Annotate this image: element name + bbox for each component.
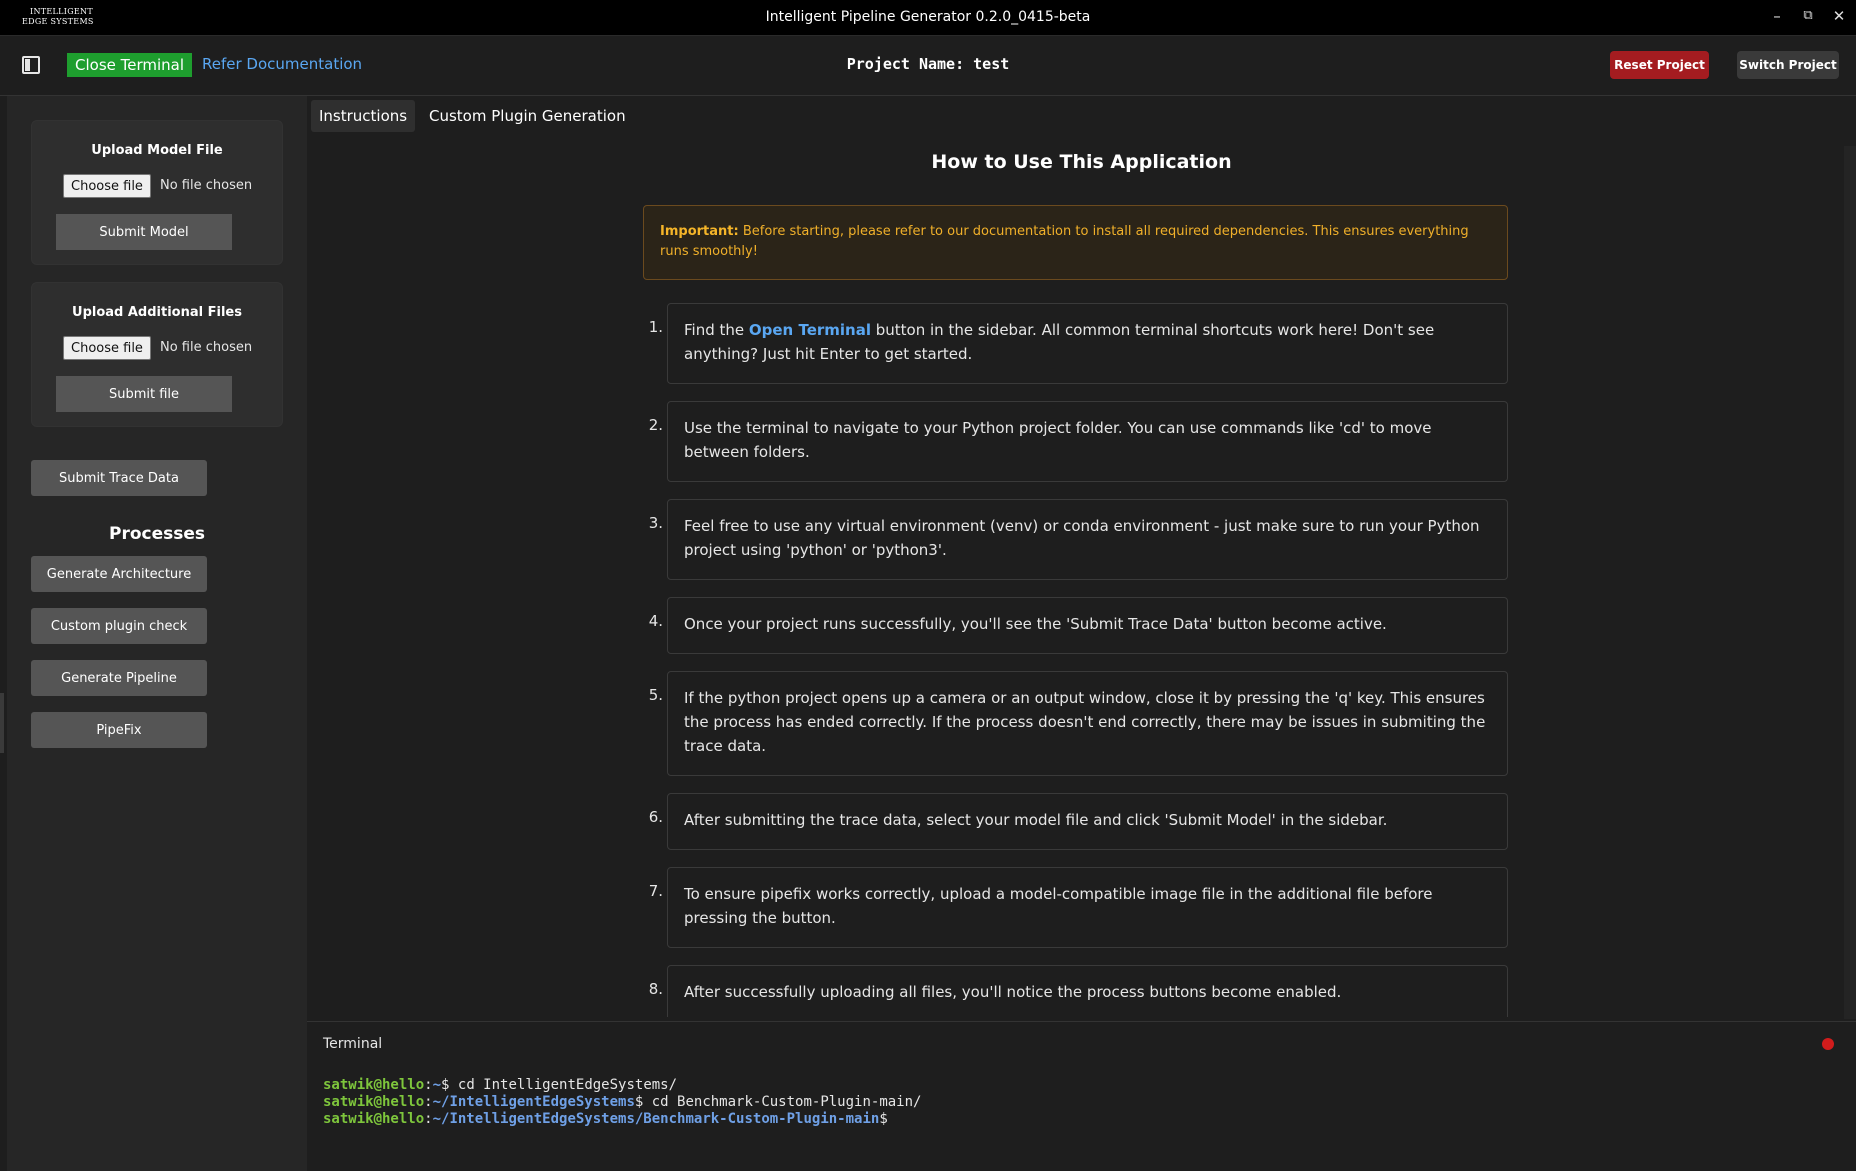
sidebar-resize-handle[interactable] <box>0 693 4 753</box>
upload-model-card: Upload Model File Choose file No file ch… <box>31 120 283 265</box>
custom-plugin-check-button[interactable]: Custom plugin check <box>31 608 207 644</box>
step-number: 3. <box>648 514 663 532</box>
maximize-icon[interactable]: ⧉ <box>1797 5 1819 27</box>
open-terminal-highlight: Open Terminal <box>748 321 871 339</box>
submit-model-button[interactable]: Submit Model <box>56 214 232 250</box>
model-choose-file-button[interactable]: Choose file <box>63 174 151 198</box>
step-number: 4. <box>648 612 663 630</box>
step-text: If the python project opens up a camera … <box>667 671 1508 776</box>
sidebar: Upload Model File Choose file No file ch… <box>7 96 307 1171</box>
step-text-part: Find the <box>684 321 749 339</box>
upload-additional-card: Upload Additional Files Choose file No f… <box>31 282 283 427</box>
step-number: 7. <box>648 882 663 900</box>
step-number: 1. <box>648 318 663 336</box>
processes-heading: Processes <box>108 524 205 544</box>
terminal-sep: : <box>424 1077 433 1093</box>
step-text: After successfully uploading all files, … <box>667 965 1508 1017</box>
terminal-user: satwik@hello <box>323 1094 425 1110</box>
terminal-user: satwik@hello <box>323 1111 425 1127</box>
model-file-status: No file chosen <box>160 178 253 193</box>
terminal-line: satwik@hello:~/IntelligentEdgeSystems/Be… <box>323 1111 921 1128</box>
important-alert: Important: Before starting, please refer… <box>643 205 1508 280</box>
terminal-sep: : <box>424 1094 433 1110</box>
terminal-line: satwik@hello:~/IntelligentEdgeSystems$ c… <box>323 1094 921 1111</box>
generate-architecture-button[interactable]: Generate Architecture <box>31 556 207 592</box>
step-text: Find the Open Terminal button in the sid… <box>667 303 1508 384</box>
step-number: 5. <box>648 686 663 704</box>
terminal-path: ~ <box>432 1077 442 1093</box>
app-window: INTELLIGENT EDGE SYSTEMS Intelligent Pip… <box>0 0 1856 1171</box>
main-content: Instructions Custom Plugin Generation Ho… <box>307 96 1856 1021</box>
page-title: How to Use This Application <box>931 151 1232 173</box>
terminal-output[interactable]: satwik@hello:~$ cd IntelligentEdgeSystem… <box>323 1077 921 1128</box>
upload-model-title: Upload Model File <box>91 143 223 158</box>
alert-text: Before starting, please refer to our doc… <box>660 224 1469 259</box>
content-scrollbar[interactable] <box>1844 146 1856 1019</box>
additional-choose-file-button[interactable]: Choose file <box>63 336 151 360</box>
terminal-panel[interactable]: Terminal satwik@hello:~$ cd IntelligentE… <box>307 1021 1856 1171</box>
submit-trace-data-button[interactable]: Submit Trace Data <box>31 460 207 496</box>
step-text: To ensure pipefix works correctly, uploa… <box>667 867 1508 948</box>
project-name: Project Name: test <box>846 55 1010 73</box>
step-number: 6. <box>648 808 663 826</box>
tab-custom-plugin-generation[interactable]: Custom Plugin Generation <box>421 100 634 132</box>
close-icon[interactable]: ✕ <box>1828 5 1850 27</box>
step-text: Feel free to use any virtual environment… <box>667 499 1508 580</box>
terminal-command: $ <box>879 1111 888 1127</box>
step-text: After submitting the trace data, select … <box>667 793 1508 850</box>
upload-additional-title: Upload Additional Files <box>72 305 242 320</box>
minimize-icon[interactable]: – <box>1766 5 1788 27</box>
step-text: Use the terminal to navigate to your Pyt… <box>667 401 1508 482</box>
terminal-status-icon <box>1822 1038 1834 1050</box>
terminal-command: $ cd Benchmark-Custom-Plugin-main/ <box>634 1094 922 1110</box>
switch-project-button[interactable]: Switch Project <box>1737 51 1839 79</box>
step-number: 2. <box>648 416 663 434</box>
window-title: Intelligent Pipeline Generator 0.2.0_041… <box>765 9 1091 25</box>
terminal-path: ~/IntelligentEdgeSystems <box>432 1094 635 1110</box>
tab-instructions[interactable]: Instructions <box>311 100 416 132</box>
step-number: 8. <box>648 980 663 998</box>
terminal-path: ~/IntelligentEdgeSystems/Benchmark-Custo… <box>432 1111 880 1127</box>
terminal-line: satwik@hello:~$ cd IntelligentEdgeSystem… <box>323 1077 921 1094</box>
submit-file-button[interactable]: Submit file <box>56 376 232 412</box>
generate-pipeline-button[interactable]: Generate Pipeline <box>31 660 207 696</box>
terminal-command: $ cd IntelligentEdgeSystems/ <box>441 1077 678 1093</box>
pipefix-button[interactable]: PipeFix <box>31 712 207 748</box>
step-text: Once your project runs successfully, you… <box>667 597 1508 654</box>
terminal-sep: : <box>424 1111 433 1127</box>
title-bar: INTELLIGENT EDGE SYSTEMS Intelligent Pip… <box>0 0 1856 36</box>
terminal-label: Terminal <box>323 1036 383 1052</box>
reset-project-button[interactable]: Reset Project <box>1610 51 1709 79</box>
terminal-user: satwik@hello <box>323 1077 425 1093</box>
alert-label: Important: <box>660 224 739 239</box>
additional-file-status: No file chosen <box>160 340 253 355</box>
top-toolbar: Close Terminal Refer Documentation Proje… <box>0 36 1856 96</box>
